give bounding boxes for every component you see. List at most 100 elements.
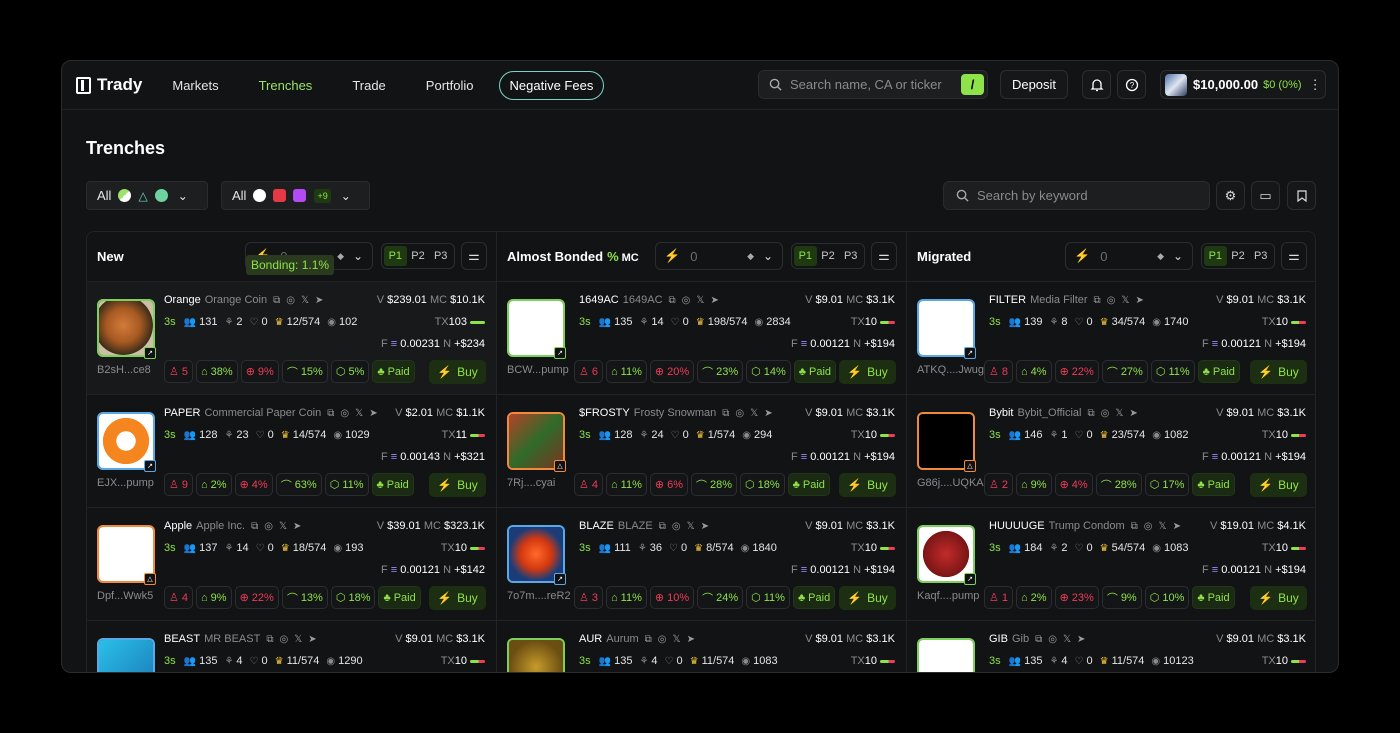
copy-icon[interactable]: ⧉: [722, 408, 729, 419]
copy-icon[interactable]: ⧉: [251, 521, 258, 532]
token-image[interactable]: [507, 638, 565, 672]
token-image[interactable]: [97, 638, 155, 672]
mc-toggle[interactable]: MC: [622, 252, 639, 264]
nav-markets[interactable]: Markets: [172, 78, 218, 93]
buy-button[interactable]: ⚡ Buy: [429, 360, 486, 384]
preset-p1[interactable]: P1: [384, 246, 407, 266]
token-address[interactable]: ATKQ....Jwug: [917, 364, 984, 376]
global-search[interactable]: Search name, CA or ticker /: [758, 70, 988, 99]
telegram-icon[interactable]: ➤: [1135, 295, 1143, 306]
nav-trenches[interactable]: Trenches: [259, 78, 313, 93]
x-icon[interactable]: 𝕏: [696, 295, 704, 306]
bookmark-icon[interactable]: [1287, 181, 1316, 210]
chevron-down-icon[interactable]: ⌄: [763, 249, 773, 263]
globe-icon[interactable]: ◎: [672, 521, 681, 532]
percent-toggle[interactable]: %: [607, 249, 619, 264]
token-card[interactable]: ↗ EJX...pump PAPER Commercial Paper Coin ⧉ ◎ 𝕏…: [87, 395, 496, 508]
stepper-icon[interactable]: ◆: [747, 251, 754, 262]
x-icon[interactable]: 𝕏: [294, 634, 302, 645]
keyword-search[interactable]: Search by keyword: [943, 181, 1210, 210]
negative-fees-button[interactable]: Negative Fees: [498, 70, 605, 100]
buy-button[interactable]: ⚡ Buy: [429, 586, 486, 610]
globe-icon[interactable]: ◎: [1101, 408, 1110, 419]
preset-p3[interactable]: P3: [429, 246, 452, 266]
copy-icon[interactable]: ⧉: [669, 295, 676, 306]
stepper-icon[interactable]: ◆: [1157, 251, 1164, 262]
globe-icon[interactable]: ◎: [286, 295, 295, 306]
sliders-icon[interactable]: ⚌: [1281, 242, 1307, 270]
logo[interactable]: Trady: [76, 75, 142, 95]
telegram-icon[interactable]: ➤: [315, 295, 323, 306]
token-address[interactable]: Kaqf....pump: [917, 590, 979, 602]
token-card[interactable]: △ 7Rj....cyai $FROSTY Frosty Snowman ⧉ ◎ 𝕏 ➤ V $…: [497, 395, 906, 508]
preset-p2[interactable]: P2: [407, 246, 430, 266]
telegram-icon[interactable]: ➤: [308, 634, 316, 645]
globe-icon[interactable]: ◎: [1048, 634, 1057, 645]
quick-buy-amount[interactable]: ⚡ 0 ◆ ⌄: [655, 242, 783, 270]
preset-p2[interactable]: P2: [1227, 246, 1250, 266]
token-card[interactable]: ↗ ATKQ....Jwug FILTER Media Filter ⧉ ◎ 𝕏 ➤ V $9.…: [907, 282, 1315, 395]
layout-icon[interactable]: ▭: [1251, 181, 1280, 210]
sliders-icon[interactable]: ⚌: [461, 242, 487, 270]
telegram-icon[interactable]: ➤: [1129, 408, 1137, 419]
quick-buy-amount[interactable]: ⚡ 0 ◆ ⌄: [1065, 242, 1193, 270]
token-card[interactable]: AUR Aurum ⧉ ◎ 𝕏 ➤ V $9.01 MC $3.1K 3s 👥 135 ⚘ 4 ♡ 0 ♛ 1…: [497, 621, 906, 672]
copy-icon[interactable]: ⧉: [327, 408, 334, 419]
preset-p3[interactable]: P3: [1249, 246, 1272, 266]
token-card[interactable]: BEAST MR BEAST ⧉ ◎ 𝕏 ➤ V $9.01 MC $3.1K 3s 👥 135 ⚘…: [87, 621, 496, 672]
bell-icon[interactable]: [1082, 70, 1111, 99]
telegram-icon[interactable]: ➤: [710, 295, 718, 306]
stepper-icon[interactable]: ◆: [337, 251, 344, 262]
x-icon[interactable]: 𝕏: [301, 295, 309, 306]
more-icon[interactable]: ⋮: [1309, 77, 1322, 93]
token-card[interactable]: GIB Gib ⧉ ◎ 𝕏 ➤ V $9.01 MC $3.1K 3s 👥 135 ⚘ 4 ♡ 0 ♛ 11/…: [907, 621, 1315, 672]
copy-icon[interactable]: ⧉: [645, 634, 652, 645]
telegram-icon[interactable]: ➤: [369, 408, 377, 419]
token-address[interactable]: B2sH...ce8: [97, 364, 151, 376]
token-address[interactable]: 7Rj....cyai: [507, 477, 555, 489]
preset-p3[interactable]: P3: [839, 246, 862, 266]
chevron-down-icon[interactable]: ⌄: [353, 249, 363, 263]
sliders-icon[interactable]: ⚌: [871, 242, 897, 270]
token-address[interactable]: 7o7m....reR2: [507, 590, 571, 602]
x-icon[interactable]: 𝕏: [1159, 521, 1167, 532]
globe-icon[interactable]: ◎: [735, 408, 744, 419]
x-icon[interactable]: 𝕏: [279, 521, 287, 532]
buy-button[interactable]: ⚡ Buy: [429, 473, 486, 497]
chevron-down-icon[interactable]: ⌄: [1173, 249, 1183, 263]
telegram-icon[interactable]: ➤: [293, 521, 301, 532]
token-image[interactable]: [917, 638, 975, 672]
token-card[interactable]: ↗ Kaqf....pump HUUUUGE Trump Condom ⧉ ◎ 𝕏 ➤ V $1…: [907, 508, 1315, 621]
x-icon[interactable]: 𝕏: [673, 634, 681, 645]
buy-button[interactable]: ⚡ Buy: [839, 586, 896, 610]
token-address[interactable]: BCW...pump: [507, 364, 569, 376]
platform-filter[interactable]: All △ ⌄: [86, 181, 208, 210]
telegram-icon[interactable]: ➤: [701, 521, 709, 532]
token-address[interactable]: G86j....UQKA: [917, 477, 984, 489]
copy-icon[interactable]: ⧉: [273, 295, 280, 306]
token-card[interactable]: ↗ B2sH...ce8 Orange Orange Coin ⧉ ◎ 𝕏 ➤ V $239.0…: [87, 282, 496, 395]
globe-icon[interactable]: ◎: [264, 521, 273, 532]
buy-button[interactable]: ⚡ Buy: [839, 360, 896, 384]
telegram-icon[interactable]: ➤: [1173, 521, 1181, 532]
nav-trade[interactable]: Trade: [352, 78, 385, 93]
token-address[interactable]: EJX...pump: [97, 477, 154, 489]
telegram-icon[interactable]: ➤: [764, 408, 772, 419]
telegram-icon[interactable]: ➤: [1077, 634, 1085, 645]
preset-p2[interactable]: P2: [817, 246, 840, 266]
buy-button[interactable]: ⚡ Buy: [1250, 360, 1307, 384]
x-icon[interactable]: 𝕏: [1115, 408, 1123, 419]
x-icon[interactable]: 𝕏: [750, 408, 758, 419]
preset-p1[interactable]: P1: [1204, 246, 1227, 266]
copy-icon[interactable]: ⧉: [1131, 521, 1138, 532]
copy-icon[interactable]: ⧉: [659, 521, 666, 532]
deposit-button[interactable]: Deposit: [1000, 70, 1068, 99]
x-icon[interactable]: 𝕏: [1121, 295, 1129, 306]
globe-icon[interactable]: ◎: [1107, 295, 1116, 306]
globe-icon[interactable]: ◎: [682, 295, 691, 306]
x-icon[interactable]: 𝕏: [355, 408, 363, 419]
globe-icon[interactable]: ◎: [279, 634, 288, 645]
token-card[interactable]: ↗ 7o7m....reR2 BLAZE BLAZE ⧉ ◎ 𝕏 ➤ V $9.01 MC $3…: [497, 508, 906, 621]
x-icon[interactable]: 𝕏: [687, 521, 695, 532]
chain-filter[interactable]: All +9 ⌄: [221, 181, 370, 210]
